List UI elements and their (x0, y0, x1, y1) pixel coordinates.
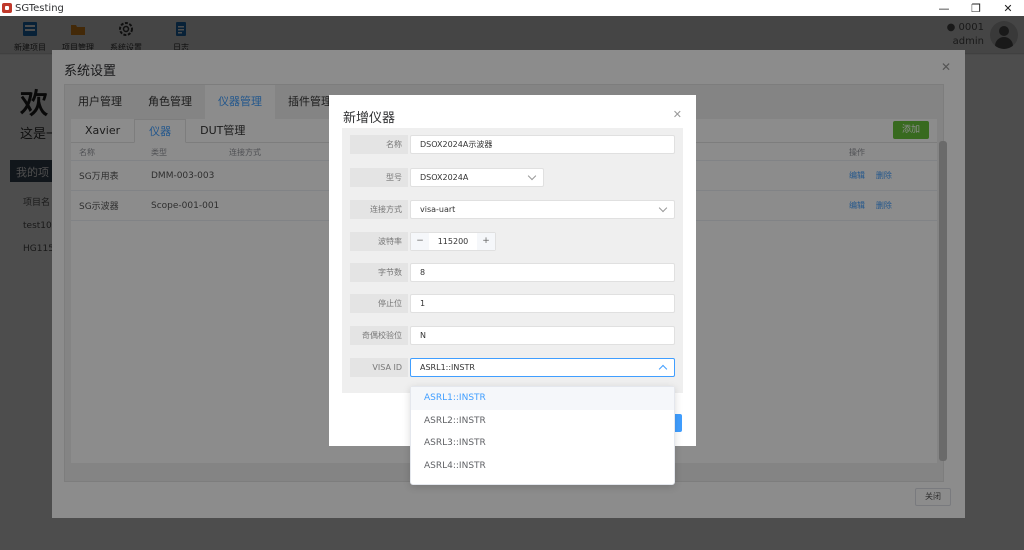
form-row-baud: 波特率 − 115200 + (350, 232, 675, 251)
form-row-stopbits: 停止位 1 (350, 294, 675, 313)
name-input[interactable]: DSOX2024A示波器 (410, 135, 675, 154)
decrement-button[interactable]: − (411, 233, 429, 250)
chevron-down-icon (527, 171, 537, 181)
visa-id-dropdown: ASRL1::INSTR ASRL2::INSTR ASRL3::INSTR A… (410, 386, 675, 485)
chevron-down-icon (658, 203, 668, 213)
visa-id-select[interactable]: ASRL1::INSTR (410, 358, 675, 377)
close-icon[interactable]: ✕ (673, 108, 682, 121)
maximize-button[interactable]: ❐ (960, 0, 992, 16)
form-row-parity: 奇偶校验位 N (350, 326, 675, 345)
title-bar: SGTesting — ❐ ✕ (0, 0, 1024, 16)
minimize-button[interactable]: — (928, 0, 960, 16)
app-title: SGTesting (15, 2, 64, 14)
close-window-button[interactable]: ✕ (992, 0, 1024, 16)
parity-input[interactable]: N (410, 326, 675, 345)
form-row-connection: 连接方式 visa-uart (350, 200, 675, 219)
dialog-title: 新增仪器 (343, 111, 396, 126)
bytesize-input[interactable]: 8 (410, 263, 675, 282)
window-controls: — ❐ ✕ (928, 0, 1024, 16)
confirm-button[interactable] (674, 414, 682, 432)
app-logo-icon (2, 3, 12, 13)
increment-button[interactable]: + (477, 233, 495, 250)
chevron-up-icon (658, 364, 668, 374)
dropdown-option[interactable]: ASRL3::INSTR (411, 432, 674, 455)
form-row-bytesize: 字节数 8 (350, 263, 675, 282)
baud-input[interactable]: 115200 (429, 233, 477, 250)
model-select[interactable]: DSOX2024A (410, 168, 544, 187)
form-row-model: 型号 DSOX2024A (350, 168, 675, 187)
connection-select[interactable]: visa-uart (410, 200, 675, 219)
stopbits-input[interactable]: 1 (410, 294, 675, 313)
form-row-visa-id: VISA ID ASRL1::INSTR (350, 358, 675, 377)
dropdown-option[interactable]: ASRL2::INSTR (411, 410, 674, 433)
dropdown-option[interactable]: ASRL1::INSTR (411, 387, 674, 410)
dropdown-option[interactable]: ASRL4::INSTR (411, 455, 674, 478)
form-row-name: 名称 DSOX2024A示波器 (350, 135, 675, 154)
instrument-form: 名称 DSOX2024A示波器 型号 DSOX2024A 连接方式 visa-u… (342, 128, 683, 393)
baud-stepper: − 115200 + (410, 232, 496, 251)
